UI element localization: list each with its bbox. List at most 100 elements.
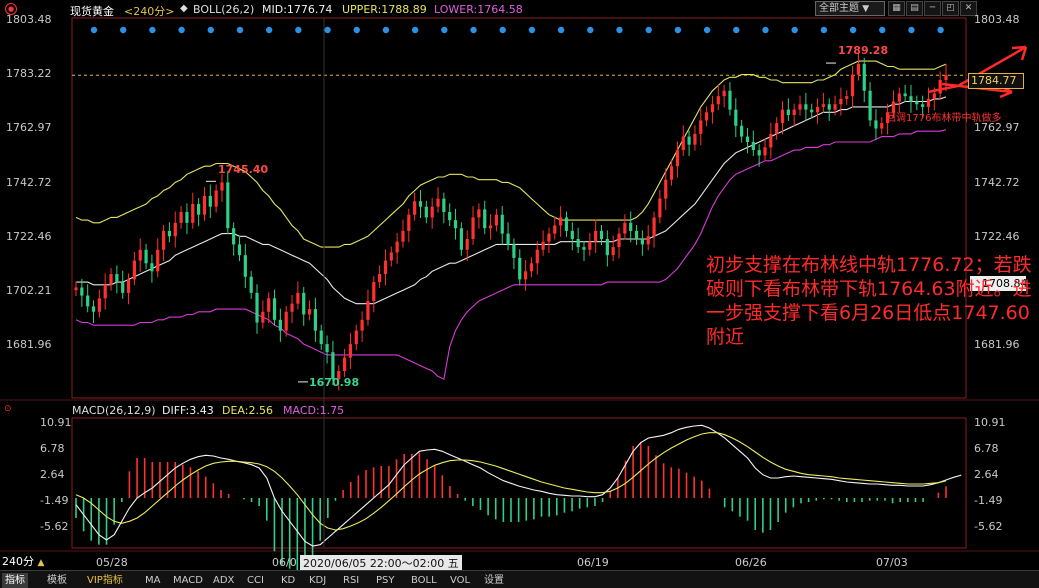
- candle-body: [845, 96, 849, 99]
- candle-body: [833, 104, 837, 110]
- signal-dot: [616, 26, 623, 34]
- candle-body: [629, 222, 633, 231]
- candle-body: [553, 225, 557, 234]
- tab-indicators[interactable]: 指标: [2, 573, 28, 588]
- candle-body: [634, 230, 639, 239]
- candle-body: [646, 236, 650, 245]
- candle-body: [243, 255, 247, 277]
- candle-body: [477, 209, 481, 218]
- candle-body: [594, 230, 598, 242]
- candle-body: [640, 238, 644, 245]
- signal-dot: [674, 26, 682, 34]
- candle-body: [214, 190, 218, 207]
- candle-body: [903, 93, 907, 97]
- signal-dot: [178, 26, 185, 34]
- candle-body: [424, 206, 428, 218]
- candle-body: [237, 244, 242, 256]
- candle-body: [448, 212, 452, 221]
- candle-body: [378, 274, 382, 283]
- macd-settings-icon[interactable]: ⊙: [4, 404, 12, 414]
- candle-body: [850, 74, 855, 97]
- tab-cci[interactable]: CCI: [244, 573, 267, 588]
- candle-body: [728, 90, 732, 110]
- tab-kd[interactable]: KD: [278, 573, 298, 588]
- tab-psy[interactable]: PSY: [373, 573, 398, 588]
- signal-dot: [470, 26, 477, 34]
- signal-dot: [295, 26, 302, 34]
- candle-body: [249, 276, 253, 293]
- candle-body: [862, 63, 866, 91]
- macd-tick: -1.49: [40, 494, 69, 507]
- candle-body: [191, 203, 195, 223]
- signal-dot: [908, 26, 915, 34]
- tab-kdj[interactable]: KDJ: [306, 573, 329, 588]
- candle-body: [810, 109, 814, 113]
- candle-body: [366, 300, 370, 320]
- candle-body: [547, 233, 551, 242]
- candle-body: [798, 104, 802, 110]
- candle-body: [307, 309, 312, 315]
- tab-templates[interactable]: 模板: [44, 573, 70, 588]
- candle-body: [880, 123, 884, 129]
- candle-body: [704, 112, 709, 121]
- signal-dot: [937, 26, 944, 34]
- candle-body: [167, 230, 172, 237]
- signal-dot: [207, 26, 214, 34]
- candle-body: [827, 104, 831, 110]
- candle-body: [430, 206, 434, 218]
- candle-body: [471, 217, 475, 239]
- x-label: 06/0: [272, 556, 297, 569]
- signal-dot: [441, 26, 448, 34]
- candle-body: [874, 120, 878, 129]
- candle-body: [751, 141, 755, 151]
- candle-body: [442, 198, 446, 213]
- candle-body: [915, 101, 919, 105]
- tab-settings[interactable]: 设置: [481, 573, 507, 588]
- candle-body: [97, 298, 101, 312]
- signal-dot: [557, 26, 565, 34]
- candle-body: [623, 222, 627, 234]
- candle-body: [138, 249, 142, 261]
- candle-body: [185, 212, 189, 223]
- candle-body: [932, 93, 936, 99]
- signal-dot: [90, 26, 98, 34]
- macd-diff-line: [75, 424, 962, 547]
- signal-dot: [499, 26, 506, 34]
- signal-dot: [879, 26, 886, 34]
- tab-rsi[interactable]: RSI: [340, 573, 362, 588]
- signal-dot: [820, 26, 828, 34]
- candle-body: [261, 311, 265, 323]
- candle-body: [179, 212, 183, 223]
- analysis-annotation: 初步支撑在布林线中轨1776.72；若跌破则下看布林带下轨1764.63附近。进…: [706, 254, 1032, 348]
- candle-body: [290, 303, 294, 312]
- candle-body: [150, 263, 154, 272]
- candle-body: [921, 104, 925, 107]
- tab-boll[interactable]: BOLL: [408, 573, 440, 588]
- candle-body: [267, 298, 271, 312]
- signal-dot: [382, 26, 390, 34]
- candle-body: [383, 260, 388, 275]
- candle-body: [669, 166, 674, 180]
- candle-body: [115, 274, 119, 283]
- candle-body: [523, 271, 528, 280]
- candle-body: [197, 203, 201, 215]
- period-button[interactable]: 240分 ▲: [2, 554, 44, 570]
- candle-body: [938, 79, 942, 94]
- candle-body: [699, 120, 703, 134]
- tab-ma[interactable]: MA: [142, 573, 163, 588]
- candle-body: [734, 109, 738, 126]
- candle-body: [763, 147, 767, 156]
- tab-macd[interactable]: MACD: [170, 573, 206, 588]
- candle-body: [559, 217, 563, 226]
- candle-body: [494, 214, 499, 226]
- candle-body: [775, 123, 779, 134]
- tab-vip-indicators[interactable]: VIP指标: [84, 573, 126, 588]
- signal-dot: [528, 26, 536, 34]
- tab-adx[interactable]: ADX: [210, 573, 237, 588]
- tab-vol[interactable]: VOL: [447, 573, 473, 588]
- candle-body: [202, 195, 207, 215]
- candle-body: [319, 330, 323, 345]
- boll-upper-line: [75, 60, 947, 248]
- macd-tick: 6.78: [40, 442, 65, 455]
- candle-body: [658, 198, 662, 218]
